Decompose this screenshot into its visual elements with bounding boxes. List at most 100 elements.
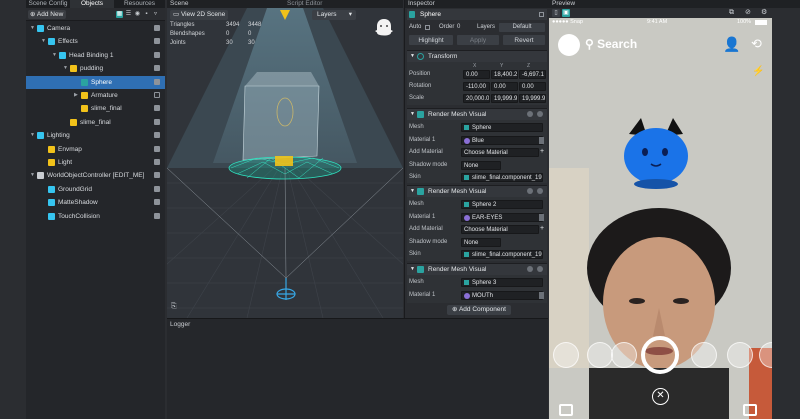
visibility-checkbox[interactable] [154, 118, 160, 125]
scene-panel[interactable]: Scene Script Editor ▭ View 2D Scene Laye… [167, 0, 403, 318]
component-menu-icon[interactable] [537, 111, 543, 117]
tree-row[interactable]: TouchCollision [26, 210, 165, 223]
chevron-down-icon[interactable]: ▼ [30, 22, 35, 35]
tree-row[interactable]: MatteShadow [26, 196, 165, 209]
plus-icon[interactable]: + [540, 225, 544, 232]
help-icon[interactable] [527, 266, 533, 272]
close-lens-icon[interactable]: ✕ [652, 388, 669, 405]
visibility-checkbox[interactable] [154, 38, 160, 45]
reset-icon[interactable]: ⊘ [745, 9, 754, 17]
tree-row[interactable]: Light [26, 156, 165, 169]
tree-row[interactable]: ▼ Effects [26, 35, 165, 48]
visibility-checkbox[interactable] [154, 105, 160, 112]
tree-row[interactable]: ▼ Camera [26, 22, 165, 35]
eye-icon[interactable]: ◉ [134, 11, 141, 18]
render-mesh-visual-header[interactable]: ▼ Render Mesh Visual [407, 109, 547, 120]
visibility-checkbox[interactable] [154, 185, 160, 192]
visibility-checkbox[interactable] [154, 132, 160, 139]
material-field[interactable]: MOUTh [461, 290, 543, 300]
transform-value-field[interactable]: 0.00 [519, 82, 546, 91]
device-icon[interactable]: ▯ [552, 9, 560, 17]
lens-carousel-item[interactable] [691, 342, 717, 368]
profile-avatar[interactable] [558, 34, 580, 56]
apply-button[interactable]: Apply [457, 35, 499, 45]
tree-row[interactable]: slime_final [26, 116, 165, 129]
phone-preview[interactable]: ●●●●● Snap 9:41 AM 100% ⚲ Search 👤 ⟲ ⚡ ✕ [549, 18, 772, 419]
trash-icon[interactable] [539, 291, 544, 299]
lens-carousel-item[interactable] [553, 342, 579, 368]
tree-row[interactable]: Sphere [26, 75, 165, 89]
transform-value-field[interactable]: 0.00 [463, 70, 490, 79]
snapcode-icon[interactable]: ▣ [562, 9, 570, 17]
shadow-mode-dropdown[interactable]: None [461, 160, 501, 170]
chevron-down-icon[interactable]: ▼ [30, 169, 35, 182]
mesh-field[interactable]: Sphere 2 [461, 200, 543, 209]
scene-viewport[interactable] [167, 8, 403, 318]
visibility-checkbox[interactable] [154, 92, 160, 98]
tab-objects[interactable]: Objects [70, 0, 114, 8]
add-material-field[interactable]: Choose Material [461, 225, 539, 234]
settings-icon[interactable]: ⚙ [761, 9, 770, 17]
skin-field[interactable]: slime_final.component_19 [461, 173, 543, 182]
component-menu-icon[interactable] [537, 188, 543, 194]
material-field[interactable]: Blue [461, 135, 543, 145]
tree-row[interactable]: slime_final [26, 102, 165, 115]
lens-carousel-item[interactable] [587, 342, 613, 368]
trash-icon[interactable] [539, 213, 544, 221]
revert-button[interactable]: Revert [503, 35, 545, 45]
render-mesh-visual-header[interactable]: ▼ Render Mesh Visual [407, 264, 547, 275]
tree-row[interactable]: Envmap [26, 143, 165, 156]
add-new-button[interactable]: ⊕ Add New [28, 10, 66, 19]
visibility-checkbox[interactable] [154, 78, 160, 85]
visibility-checkbox[interactable] [154, 172, 160, 179]
highlight-button[interactable]: Highlight [409, 35, 453, 45]
auto-checkbox[interactable] [425, 25, 430, 30]
shadow-mode-dropdown[interactable]: None [461, 237, 501, 247]
visibility-checkbox[interactable] [154, 159, 160, 165]
trash-icon[interactable] [539, 136, 544, 144]
lens-carousel-item[interactable] [611, 342, 637, 368]
chevron-down-icon[interactable]: ▼ [30, 129, 35, 142]
help-icon[interactable] [527, 188, 533, 194]
layers-value-dropdown[interactable]: Default [499, 23, 545, 32]
help-icon[interactable] [527, 111, 533, 117]
add-component-button[interactable]: ⊕ Add Component [447, 305, 511, 315]
order-value[interactable]: 0 [457, 22, 460, 33]
tree-row[interactable]: ▼ Head Binding 1 [26, 49, 165, 62]
search-bar[interactable]: ⚲ Search [585, 37, 637, 51]
visibility-checkbox[interactable] [154, 145, 160, 152]
skin-field[interactable]: slime_final.component_19 [461, 250, 543, 259]
lock-icon[interactable]: ▪ [143, 11, 150, 18]
list-view-icon[interactable]: ☰ [125, 11, 132, 18]
view-2d-scene-button[interactable]: ▭ View 2D Scene [170, 10, 228, 20]
transform-value-field[interactable]: 20,000.0 [463, 94, 490, 103]
flip-camera-icon[interactable]: ⟲ [751, 36, 762, 52]
transform-value-field[interactable]: 19,999.9 [519, 94, 546, 103]
add-material-field[interactable]: Choose Material [461, 148, 539, 157]
visibility-checkbox[interactable] [154, 65, 160, 72]
transform-value-field[interactable]: -110.00 [463, 82, 490, 91]
layers-dropdown[interactable]: Layers ▾ [312, 10, 356, 20]
visibility-checkbox[interactable] [154, 199, 160, 206]
mesh-field[interactable]: Sphere 3 [461, 278, 543, 287]
link-icon[interactable]: ⎘ [171, 303, 179, 311]
material-field[interactable]: EAR-EYES [461, 212, 543, 222]
tree-row[interactable]: ▶ Armature [26, 89, 165, 102]
visibility-checkbox[interactable] [154, 51, 160, 58]
snapchat-ghost-icon[interactable] [372, 16, 396, 42]
tab-resources[interactable]: Resources [114, 0, 165, 8]
tree-row[interactable]: GroundGrid [26, 183, 165, 196]
visibility-checkbox[interactable] [154, 25, 160, 31]
object-name[interactable]: Sphere [420, 9, 441, 20]
chevron-down-icon[interactable]: ▼ [63, 62, 68, 75]
capture-button[interactable] [641, 336, 679, 374]
visibility-checkbox[interactable] [154, 212, 160, 219]
chevron-down-icon[interactable]: ▼ [41, 35, 46, 48]
transform-value-field[interactable]: 18,400.2 [491, 70, 518, 79]
tree-row[interactable]: ▼ Lighting [26, 129, 165, 142]
chevron-right-icon[interactable]: ▶ [74, 89, 78, 102]
script-editor-tab[interactable]: Script Editor [287, 0, 322, 8]
transform-header[interactable]: ▼ Transform [407, 51, 547, 62]
memories-icon[interactable] [559, 404, 573, 416]
object-enabled-checkbox[interactable] [539, 12, 544, 17]
